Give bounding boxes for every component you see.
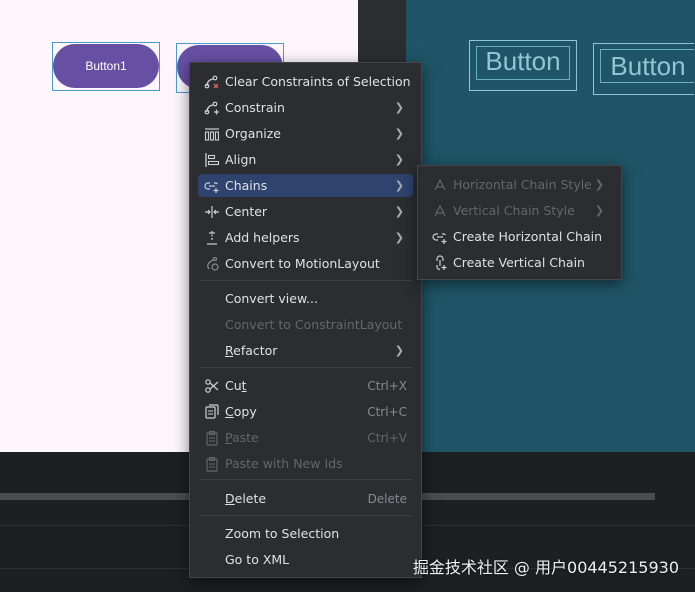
helpers-icon: [204, 230, 220, 246]
menu-item-add-helpers[interactable]: Add helpers ❯: [198, 226, 413, 249]
menu-item-label: Align: [225, 152, 257, 167]
chevron-right-icon: ❯: [394, 153, 404, 166]
menu-item-convert-view[interactable]: Convert view...: [198, 287, 413, 310]
menu-item-label: Go to XML: [225, 552, 290, 567]
chevron-right-icon: ❯: [394, 101, 404, 114]
menu-item-label: Clear Constraints of Selection: [225, 74, 411, 89]
organize-icon: [204, 126, 220, 142]
chevron-right-icon: ❯: [394, 179, 404, 192]
menu-item-label: Zoom to Selection: [225, 526, 340, 541]
menu-item-label: Organize: [225, 126, 281, 141]
chevron-right-icon: ❯: [394, 231, 404, 244]
menu-item-paste-new-ids[interactable]: Paste with New Ids: [198, 452, 413, 475]
blueprint-button-2-label: Button: [610, 50, 686, 81]
horizontal-chain-icon: [432, 229, 448, 245]
submenu-item-horizontal-chain-style[interactable]: Horizontal Chain Style ❯: [426, 173, 613, 196]
menu-separator: [199, 367, 412, 368]
watermark: 掘金技术社区 @ 用户00445215930: [412, 558, 679, 577]
menu-item-label: Refactor: [225, 343, 278, 358]
menu-item-copy[interactable]: Copy Ctrl+C: [198, 400, 413, 423]
menu-item-label: Center: [225, 204, 268, 219]
chain-icon: [204, 178, 220, 194]
button1-label: Button1: [85, 59, 127, 73]
menu-item-label: Convert to MotionLayout: [225, 256, 380, 271]
menu-separator: [199, 515, 412, 516]
menu-item-label: Chains: [225, 178, 268, 193]
menu-item-refactor[interactable]: Refactor ❯: [198, 339, 413, 362]
menu-item-shortcut: Ctrl+X: [367, 378, 407, 393]
chevron-right-icon: ❯: [394, 205, 404, 218]
menu-separator: [199, 280, 412, 281]
menu-item-convert-constraintlayout[interactable]: Convert to ConstraintLayout: [198, 313, 413, 336]
menu-item-label: Delete: [225, 491, 267, 506]
paste-icon: [204, 430, 220, 446]
menu-item-convert-motionlayout[interactable]: Convert to MotionLayout: [198, 252, 413, 275]
chevron-right-icon: ❯: [594, 204, 604, 217]
center-icon: [204, 204, 220, 220]
menu-item-cut[interactable]: Cut Ctrl+X: [198, 374, 413, 397]
clear-constraints-icon: [204, 74, 220, 90]
constrain-icon: [204, 100, 220, 116]
menu-item-shortcut: Ctrl+V: [367, 430, 407, 445]
menu-item-align[interactable]: Align ❯: [198, 148, 413, 171]
vertical-chain-icon: [432, 255, 448, 271]
chains-submenu: Horizontal Chain Style ❯ Vertical Chain …: [417, 165, 622, 280]
scissors-icon: [204, 378, 220, 394]
menu-item-label: Paste with New Ids: [225, 456, 343, 471]
paste-icon: [204, 456, 220, 472]
menu-item-organize[interactable]: Organize ❯: [198, 122, 413, 145]
blueprint-button-1-label: Button: [485, 46, 561, 76]
submenu-item-create-horizontal-chain[interactable]: Create Horizontal Chain: [426, 225, 613, 248]
button1-widget[interactable]: Button1: [53, 44, 159, 88]
submenu-item-create-vertical-chain[interactable]: Create Vertical Chain: [426, 251, 613, 274]
menu-item-label: Cut: [225, 378, 247, 393]
chain-style-icon: [432, 177, 448, 193]
blueprint-button-2[interactable]: Button: [593, 43, 694, 95]
menu-item-shortcut: Ctrl+C: [367, 404, 407, 419]
menu-item-label: Constrain: [225, 100, 285, 115]
submenu-item-label: Create Vertical Chain: [453, 255, 585, 270]
chevron-right-icon: ❯: [394, 127, 404, 140]
menu-item-label: Copy: [225, 404, 257, 419]
context-menu: Clear Constraints of Selection Constrain…: [189, 62, 422, 578]
chain-style-icon: [432, 203, 448, 219]
menu-item-label: Add helpers: [225, 230, 300, 245]
chevron-right-icon: ❯: [394, 344, 404, 357]
menu-item-constrain[interactable]: Constrain ❯: [198, 96, 413, 119]
submenu-item-label: Vertical Chain Style: [453, 203, 575, 218]
menu-item-label: Convert view...: [225, 291, 318, 306]
menu-item-label: Paste: [225, 430, 259, 445]
chevron-right-icon: ❯: [594, 178, 604, 191]
submenu-item-vertical-chain-style[interactable]: Vertical Chain Style ❯: [426, 199, 613, 222]
menu-item-clear-constraints[interactable]: Clear Constraints of Selection: [198, 70, 413, 93]
submenu-item-label: Horizontal Chain Style: [453, 177, 592, 192]
motionlayout-icon: [204, 256, 220, 272]
submenu-item-label: Create Horizontal Chain: [453, 229, 603, 244]
menu-item-go-to-xml[interactable]: Go to XML: [198, 548, 413, 571]
menu-item-shortcut: Delete: [367, 491, 407, 506]
menu-item-delete[interactable]: Delete Delete: [198, 487, 413, 510]
menu-item-label: Convert to ConstraintLayout: [225, 317, 403, 332]
menu-item-zoom-selection[interactable]: Zoom to Selection: [198, 522, 413, 545]
menu-item-chains[interactable]: Chains ❯: [198, 174, 413, 197]
menu-item-paste[interactable]: Paste Ctrl+V: [198, 426, 413, 449]
copy-icon: [204, 404, 220, 420]
blueprint-button-1[interactable]: Button: [469, 40, 577, 91]
menu-item-center[interactable]: Center ❯: [198, 200, 413, 223]
align-icon: [204, 152, 220, 168]
menu-separator: [199, 479, 412, 480]
